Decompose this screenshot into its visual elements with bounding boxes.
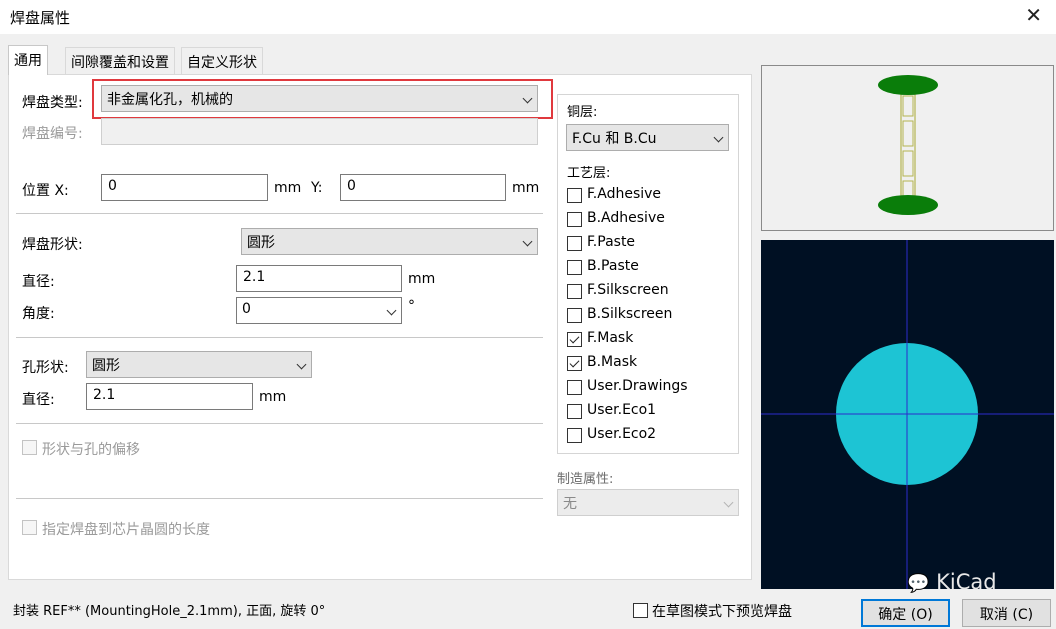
- divider: [16, 498, 543, 499]
- sketch-preview-checkbox[interactable]: [633, 603, 648, 618]
- layer-label: User.Eco2: [587, 426, 657, 442]
- tab-clearance[interactable]: 间隙覆盖和设置: [65, 47, 175, 74]
- watermark-text: KiCad: [936, 570, 997, 594]
- layer-label: B.Silkscreen: [587, 306, 673, 322]
- layer-checkbox[interactable]: [567, 356, 582, 371]
- divider: [16, 337, 543, 338]
- layer-checkbox[interactable]: [567, 404, 582, 419]
- tab-custom-shape[interactable]: 自定义形状: [181, 47, 263, 74]
- pad-shape-label: 焊盘形状:: [22, 237, 83, 253]
- layer-label: User.Drawings: [587, 378, 688, 394]
- pad-preview-drawing: [761, 240, 1054, 589]
- highlight-box: [92, 79, 553, 119]
- hole-diameter-input[interactable]: 2.1: [86, 383, 253, 410]
- layer-label: B.Adhesive: [587, 210, 665, 226]
- copper-layers-value: F.Cu 和 B.Cu: [572, 131, 657, 147]
- layer-checkbox[interactable]: [567, 332, 582, 347]
- checkmark-icon: [569, 357, 580, 368]
- divider: [16, 423, 543, 424]
- fab-property-label: 制造属性:: [557, 472, 614, 487]
- layer-label: B.Paste: [587, 258, 639, 274]
- layer-label: F.Silkscreen: [587, 282, 669, 298]
- layer-label: F.Adhesive: [587, 186, 662, 202]
- layer-checkbox[interactable]: [567, 284, 582, 299]
- fab-property-select[interactable]: 无: [557, 489, 739, 516]
- die-length-checkbox[interactable]: [22, 520, 37, 535]
- hole-segment: [902, 95, 914, 117]
- diameter-input[interactable]: 2.1: [236, 265, 402, 292]
- tech-layers-label: 工艺层:: [567, 166, 611, 181]
- layer-label: F.Paste: [587, 234, 636, 250]
- chevron-down-icon: [296, 359, 307, 370]
- side-view-preview: [761, 65, 1054, 231]
- window-title: 焊盘属性: [10, 9, 71, 27]
- watermark: 💬 KiCad: [907, 570, 997, 594]
- hole-shape-label: 孔形状:: [22, 360, 69, 376]
- divider: [16, 213, 543, 214]
- angle-select[interactable]: 0: [236, 297, 402, 324]
- chevron-down-icon: [522, 236, 533, 247]
- layer-label: B.Mask: [587, 354, 638, 370]
- tab-general[interactable]: 通用: [8, 45, 48, 75]
- angle-label: 角度:: [22, 306, 55, 322]
- pad-shape-select[interactable]: 圆形: [241, 228, 538, 255]
- pad-number-label: 焊盘编号:: [22, 126, 83, 142]
- cancel-button[interactable]: 取消 (C): [962, 599, 1051, 627]
- hole-segment: [902, 150, 914, 177]
- hole-shape-select[interactable]: 圆形: [86, 351, 312, 378]
- chevron-down-icon: [713, 132, 724, 143]
- sketch-preview-label: 在草图模式下预览焊盘: [652, 604, 792, 620]
- copper-layers-label: 铜层:: [567, 105, 598, 120]
- diameter-unit: mm: [408, 271, 436, 287]
- pad-type-label: 焊盘类型:: [22, 95, 83, 111]
- fab-property-value: 无: [563, 496, 577, 512]
- layer-checkbox[interactable]: [567, 428, 582, 443]
- copper-layers-select[interactable]: F.Cu 和 B.Cu: [566, 124, 729, 151]
- footprint-status: 封装 REF** (MountingHole_2.1mm), 正面, 旋转 0°: [13, 604, 326, 619]
- offset-checkbox[interactable]: [22, 440, 37, 455]
- chevron-down-icon: [386, 305, 397, 316]
- position-y-input[interactable]: 0: [340, 174, 506, 201]
- die-length-checkbox-label: 指定焊盘到芯片晶圆的长度: [42, 522, 210, 538]
- layer-checkbox[interactable]: [567, 188, 582, 203]
- position-x-input[interactable]: 0: [101, 174, 268, 201]
- position-x-unit: mm: [274, 180, 302, 196]
- pad-shape-value: 圆形: [247, 235, 275, 251]
- title-bar: 焊盘属性 ✕: [0, 0, 1056, 34]
- checkmark-icon: [569, 333, 580, 344]
- layer-checkbox[interactable]: [567, 380, 582, 395]
- hole-diameter-label: 直径:: [22, 392, 55, 408]
- side-view-drawing: [878, 75, 938, 215]
- hole-segment: [902, 120, 914, 147]
- position-x-label: 位置 X:: [22, 183, 69, 199]
- close-icon[interactable]: ✕: [1025, 3, 1042, 27]
- position-y-label: Y:: [311, 180, 323, 196]
- layer-checkbox[interactable]: [567, 308, 582, 323]
- hole-shape-value: 圆形: [92, 358, 120, 374]
- angle-value: 0: [242, 301, 251, 317]
- hole-diameter-unit: mm: [259, 389, 287, 405]
- layer-label: F.Mask: [587, 330, 634, 346]
- layer-checkbox[interactable]: [567, 236, 582, 251]
- angle-unit: °: [408, 298, 415, 314]
- offset-checkbox-label: 形状与孔的偏移: [42, 442, 140, 458]
- diameter-label: 直径:: [22, 274, 55, 290]
- bottom-pad: [878, 195, 938, 215]
- wechat-icon: 💬: [907, 573, 930, 594]
- top-pad: [878, 75, 938, 95]
- layer-checkbox[interactable]: [567, 260, 582, 275]
- position-y-unit: mm: [512, 180, 540, 196]
- layer-checkbox[interactable]: [567, 212, 582, 227]
- ok-button[interactable]: 确定 (O): [861, 599, 950, 627]
- pad-number-input[interactable]: [101, 118, 538, 145]
- chevron-down-icon: [723, 497, 734, 508]
- pad-preview-canvas: [761, 240, 1054, 589]
- layer-label: User.Eco1: [587, 402, 657, 418]
